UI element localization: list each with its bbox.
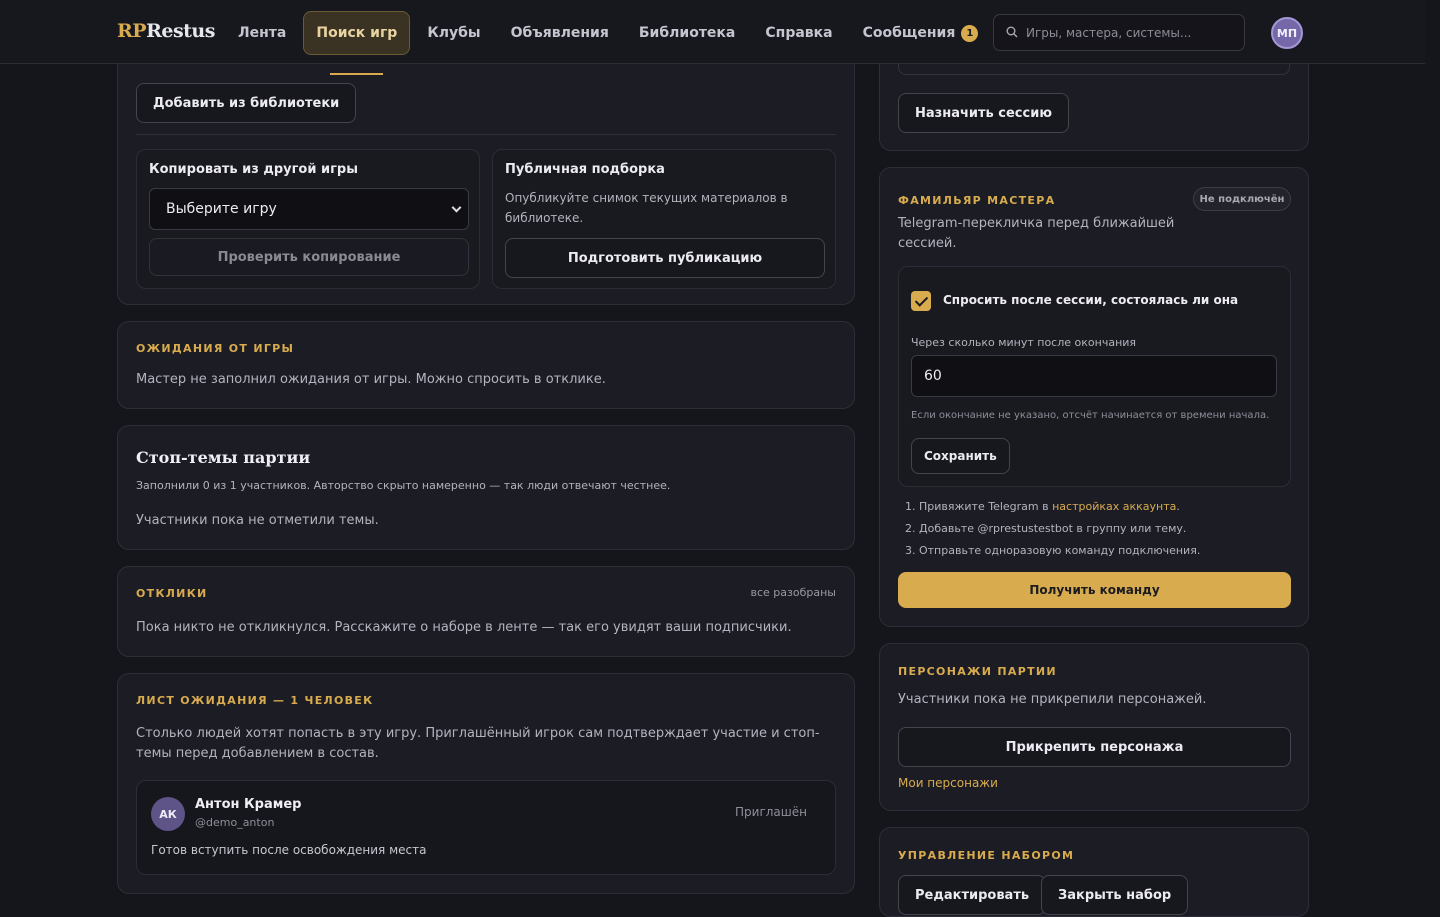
stop-topics-title: Стоп-темы партии [136, 448, 311, 467]
responses-text: Пока никто не откликнулся. Расскажите о … [136, 620, 792, 635]
search-input[interactable] [1026, 25, 1226, 40]
close-recruitment-button[interactable]: Закрыть набор [1041, 875, 1189, 915]
ask-after-session-label[interactable]: Спросить после сессии, состоялась ли она [943, 293, 1238, 307]
waitlist-avatar: АК [151, 797, 185, 831]
minutes-input-value: 60 [924, 368, 942, 384]
logo[interactable]: RPRestus [117, 20, 215, 42]
responses-label: Отклики [136, 587, 208, 600]
nav-item-help[interactable]: Справка [752, 11, 845, 55]
search-icon [1006, 23, 1018, 42]
schedule-session-button[interactable]: Назначить сессию [898, 93, 1069, 133]
nav-item-announcements[interactable]: Объявления [498, 11, 622, 55]
main-nav: Лента Поиск игр Клубы Объявления Библиот… [225, 11, 1057, 75]
logo-rp: RP [117, 20, 147, 42]
familiar-description: Telegram-перекличка перед ближайшей сесс… [898, 216, 1175, 251]
account-settings-link[interactable]: настройках аккаунта [1052, 500, 1176, 513]
public-collection-panel: Публичная подборка Опубликуйте снимок те… [492, 149, 836, 289]
nav-item-messages-label: Сообщения [862, 25, 956, 41]
characters-card: Персонажи партии Участники пока не прикр… [879, 643, 1309, 811]
public-collection-text: Опубликуйте снимок текущих материалов в … [505, 191, 788, 225]
add-from-library-button[interactable]: Добавить из библиотеки [136, 83, 357, 123]
expectations-card: Ожидания от игры Мастер не заполнил ожид… [117, 321, 855, 409]
logo-restus: Restus [146, 20, 215, 42]
familiar-status-pill: Не подключён [1193, 187, 1291, 211]
save-button[interactable]: Сохранить [911, 438, 1010, 474]
recruitment-label: Управление набором [898, 849, 1075, 862]
expectations-text: Мастер не заполнил ожидания от игры. Мож… [136, 372, 606, 387]
familiar-step-1: 1. Привяжите Telegram в настройках аккау… [905, 500, 1180, 513]
stop-topics-text: Участники пока не отметили темы. [136, 513, 379, 528]
nav-item-feed[interactable]: Лента [225, 11, 299, 55]
familiar-step-1-suffix: . [1176, 500, 1180, 513]
characters-text: Участники пока не прикрепили персонажей. [898, 692, 1207, 707]
recruitment-card: Управление набором Редактировать Закрыть… [879, 827, 1309, 917]
chevron-down-icon [451, 202, 462, 213]
get-command-button[interactable]: Получить команду [898, 572, 1291, 608]
waitlist-person-handle: @demo_anton [195, 816, 275, 829]
waitlist-entry: АК Антон Крамер @demo_anton Приглашён Го… [136, 780, 836, 875]
stop-topics-card: Стоп-темы партии Заполнили 0 из 1 участн… [117, 425, 855, 550]
materials-card: Добавить из библиотеки Копировать из дру… [117, 30, 855, 305]
waitlist-person-status: Приглашён [735, 805, 807, 819]
responses-status: все разобраны [750, 586, 836, 599]
expectations-label: Ожидания от игры [136, 342, 295, 355]
global-search[interactable] [993, 14, 1245, 51]
waitlist-text: Столько людей хотят попасть в эту игру. … [136, 726, 820, 761]
game-select[interactable]: Выберите игру [149, 188, 469, 230]
copy-from-game-title: Копировать из другой игры [149, 162, 358, 177]
familiar-step-3: 3. Отправьте одноразовую команду подключ… [905, 544, 1201, 557]
responses-card: Отклики все разобраны Пока никто не откл… [117, 566, 855, 657]
edit-recruitment-button[interactable]: Редактировать [898, 875, 1047, 915]
top-navigation-bar: RPRestus Лента Поиск игр Клубы Объявлени… [0, 0, 1425, 75]
user-avatar[interactable]: МП [1271, 17, 1303, 49]
familiar-step-1-prefix: 1. Привяжите Telegram в [905, 500, 1053, 513]
waitlist-card: Лист ожидания — 1 человек Столько людей … [117, 673, 855, 894]
nav-item-messages[interactable]: Сообщения 1 [850, 11, 992, 55]
ask-after-session-checkbox[interactable] [911, 291, 931, 311]
check-copy-button[interactable]: Проверить копирование [149, 238, 469, 276]
minutes-hint: Если окончание не указано, отсчёт начина… [911, 410, 1270, 421]
familiar-settings-panel: Спросить после сессии, состоялась ли она… [898, 266, 1291, 487]
nav-item-game-search[interactable]: Поиск игр [303, 11, 411, 75]
stop-topics-subtitle: Заполнили 0 из 1 участников. Авторство с… [136, 479, 671, 492]
waitlist-person-note: Готов вступить после освобождения места [151, 843, 427, 857]
familiar-step-2: 2. Добавьте @rprestustestbot в группу ил… [905, 522, 1187, 535]
waitlist-person-name[interactable]: Антон Крамер [195, 797, 301, 812]
characters-label: Персонажи партии [898, 665, 1057, 678]
minutes-label: Через сколько минут после окончания [911, 336, 1137, 349]
public-collection-title: Публичная подборка [505, 162, 665, 177]
prepare-publication-button[interactable]: Подготовить публикацию [505, 238, 825, 278]
game-select-value: Выберите игру [166, 201, 277, 217]
minutes-input[interactable]: 60 [911, 355, 1277, 397]
familiar-card: Фамильяр мастера Не подключён Telegram-п… [879, 167, 1309, 627]
nav-item-library[interactable]: Библиотека [626, 11, 749, 55]
messages-count-badge: 1 [961, 24, 979, 42]
attach-character-button[interactable]: Прикрепить персонажа [898, 727, 1291, 767]
waitlist-label: Лист ожидания — 1 человек [136, 694, 374, 707]
nav-item-clubs[interactable]: Клубы [414, 11, 493, 55]
my-characters-link[interactable]: Мои персонажи [898, 776, 998, 790]
familiar-label: Фамильяр мастера [898, 194, 1056, 207]
copy-from-game-panel: Копировать из другой игры Выберите игру … [136, 149, 480, 289]
divider [136, 134, 836, 135]
